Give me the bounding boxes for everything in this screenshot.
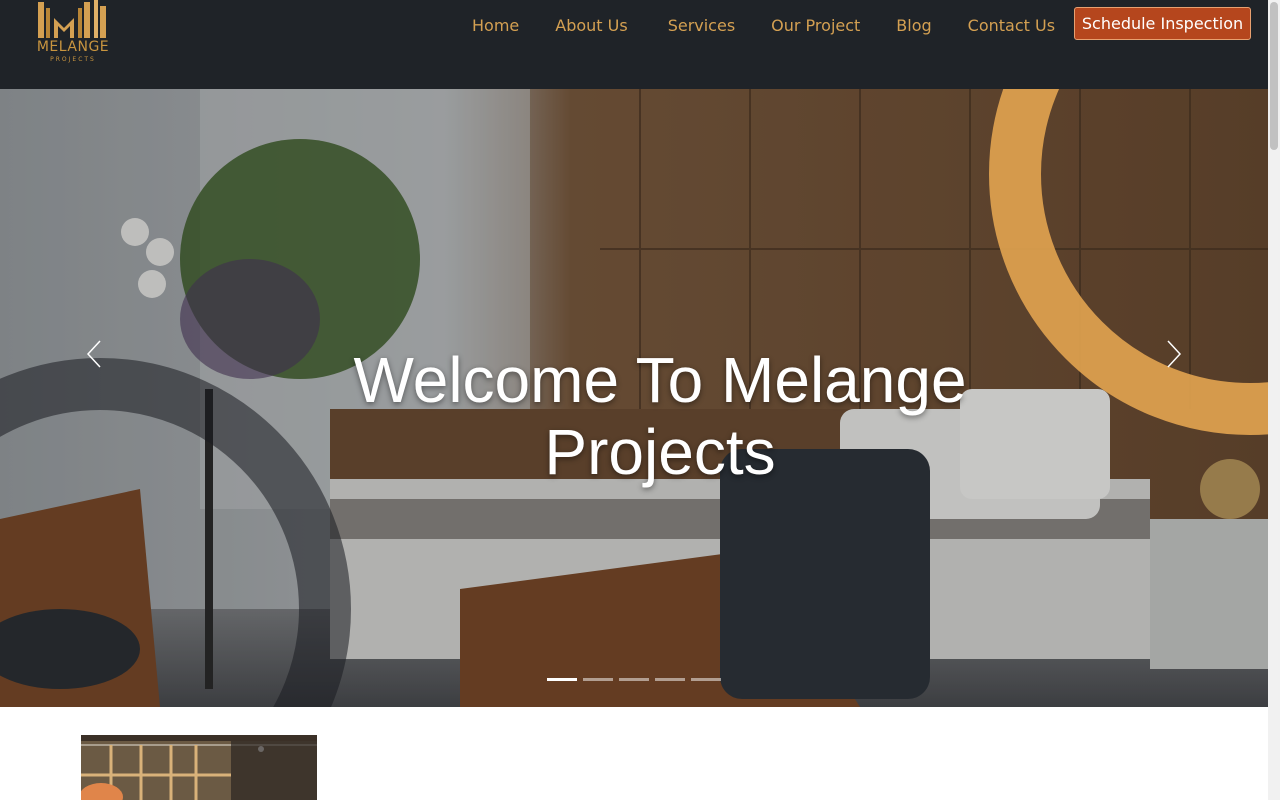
carousel-indicator[interactable] — [547, 678, 577, 681]
carousel-indicators — [547, 678, 727, 681]
scrollbar-thumb[interactable] — [1270, 2, 1278, 150]
logo-buildings-icon — [38, 0, 106, 38]
main-nav: Home About Us Services Our Project Blog … — [454, 15, 1091, 37]
schedule-inspection-button[interactable]: Schedule Inspection — [1074, 7, 1251, 40]
chevron-right-icon[interactable] — [1158, 339, 1188, 369]
carousel-indicator[interactable] — [691, 678, 721, 681]
hero-carousel: Welcome To Melange Projects — [0, 89, 1268, 707]
carousel-indicator[interactable] — [583, 678, 613, 681]
site-header: MELANGE PROJECTS Home About Us Services … — [0, 0, 1268, 89]
hero-title: Welcome To Melange Projects — [353, 344, 967, 488]
brand-name: MELANGE — [36, 39, 110, 55]
carousel-indicator[interactable] — [655, 678, 685, 681]
chevron-left-icon[interactable] — [80, 339, 110, 369]
nav-services[interactable]: Services — [668, 15, 735, 37]
page-scrollbar[interactable] — [1268, 0, 1280, 800]
nav-home[interactable]: Home — [472, 15, 519, 37]
nav-our-project[interactable]: Our Project — [771, 15, 860, 37]
brand-tagline: PROJECTS — [50, 56, 96, 63]
nav-about-us[interactable]: About Us — [555, 15, 627, 37]
nav-blog[interactable]: Blog — [896, 15, 931, 37]
nav-contact-us[interactable]: Contact Us — [968, 15, 1055, 37]
brand-logo[interactable]: MELANGE PROJECTS — [32, 0, 114, 66]
about-preview-image — [81, 735, 317, 800]
carousel-indicator[interactable] — [619, 678, 649, 681]
